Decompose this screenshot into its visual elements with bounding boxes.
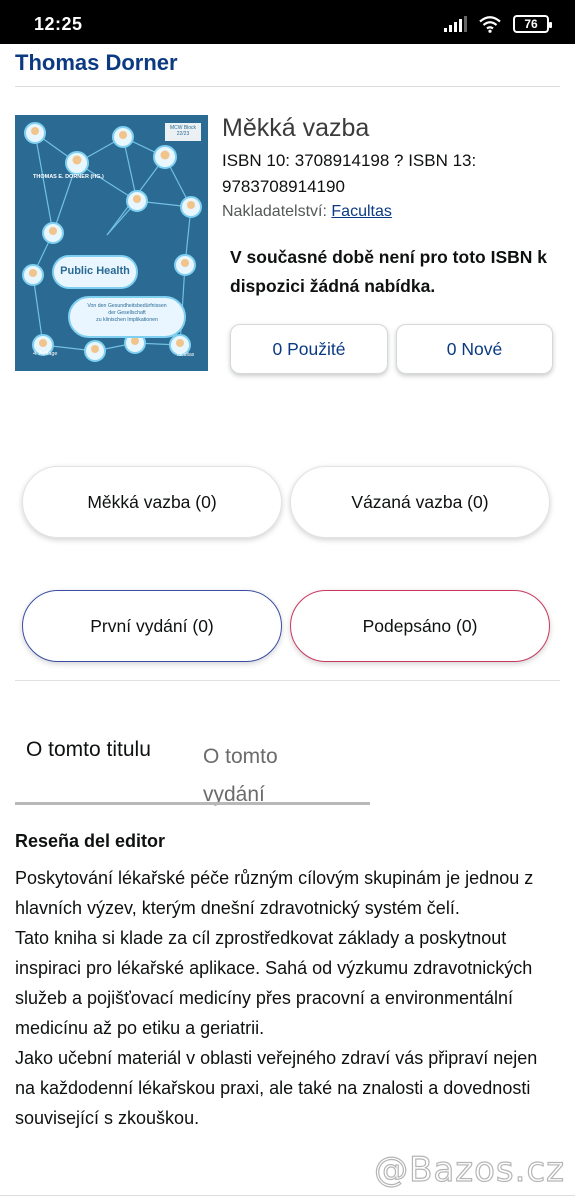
header-divider xyxy=(15,86,560,87)
isbn-line: ISBN 10: 3708914198 ? ISBN 13: xyxy=(222,151,477,170)
cover-editor: THOMAS E. DORNER (HG.) xyxy=(33,174,104,180)
tab-underline xyxy=(15,802,370,805)
section-divider xyxy=(15,680,560,681)
status-time: 12:25 xyxy=(34,14,83,34)
watermark: @Bazos.cz xyxy=(374,1149,565,1190)
softcover-filter-label: Měkká vazba (0) xyxy=(87,491,217,512)
tab-about-title[interactable]: O tomto titulu xyxy=(26,738,151,762)
book-cover-image[interactable]: MCW Block 22/23 THOMAS E. DORNER (HG.) P… xyxy=(15,115,208,371)
cover-publisher-logo: facultas xyxy=(177,352,195,358)
softcover-filter-button[interactable]: Měkká vazba (0) xyxy=(22,466,282,538)
used-offers-button[interactable]: 0 Použité xyxy=(230,324,388,374)
publisher-link[interactable]: Facultas xyxy=(331,203,391,220)
cover-subtitle-line: zu klinischen Implikationen xyxy=(96,317,158,323)
description-paragraph: Poskytování lékařské péče různým cílovým… xyxy=(15,868,534,918)
new-offers-button[interactable]: 0 Nové xyxy=(396,324,553,374)
hardcover-filter-label: Vázaná vazba (0) xyxy=(351,491,489,512)
publisher-row: Nakladatelství: Facultas xyxy=(222,203,562,221)
description-heading: Reseña del editor xyxy=(15,831,166,851)
cover-network-graphic xyxy=(15,115,208,371)
cover-badge: MCW Block 22/23 xyxy=(169,125,197,137)
wifi-icon xyxy=(479,15,501,33)
battery-icon: 76 xyxy=(513,15,552,33)
cover-edition: 4. Auflage xyxy=(33,351,58,357)
publisher-label: Nakladatelství: xyxy=(222,203,327,220)
signal-icon xyxy=(444,16,467,32)
hardcover-filter-button[interactable]: Vázaná vazba (0) xyxy=(290,466,550,538)
description-paragraph: Tato kniha si klade za cíl zprostředkova… xyxy=(15,928,533,1038)
signed-filter-button[interactable]: Podepsáno (0) xyxy=(290,590,550,662)
first-edition-filter-button[interactable]: První vydání (0) xyxy=(22,590,282,662)
binding-title: Měkká vazba xyxy=(222,114,370,142)
isbn-line: 9783708914190 xyxy=(222,177,345,196)
isbn-info: ISBN 10: 3708914198 ? ISBN 13: 978370891… xyxy=(222,148,562,200)
cover-subtitle-line: der Gesellschaft xyxy=(108,310,146,316)
cover-title: Public Health xyxy=(60,265,130,277)
battery-level: 76 xyxy=(524,17,538,31)
no-offer-message: V současné době není pro toto ISBN k dis… xyxy=(230,247,547,296)
status-icons: 76 xyxy=(444,15,552,33)
new-offers-label: 0 Nové xyxy=(446,338,503,359)
signed-filter-label: Podepsáno (0) xyxy=(362,615,478,636)
bottom-divider xyxy=(0,1195,575,1196)
description-paragraph: Jako učební materiál v oblasti veřejného… xyxy=(15,1048,538,1128)
author-title[interactable]: Thomas Dorner xyxy=(15,50,178,76)
used-offers-label: 0 Použité xyxy=(272,338,346,359)
cover-subtitle: Von den Gesundheitsbedürfnissen der Gese… xyxy=(71,303,183,324)
first-edition-filter-label: První vydání (0) xyxy=(90,615,214,636)
status-bar: 12:25 76 xyxy=(0,0,575,44)
cover-subtitle-line: Von den Gesundheitsbedürfnissen xyxy=(87,303,167,309)
book-info: Měkká vazba ISBN 10: 3708914198 ? ISBN 1… xyxy=(222,112,562,221)
description-text: Poskytování lékařské péče různým cílovým… xyxy=(15,863,560,1133)
